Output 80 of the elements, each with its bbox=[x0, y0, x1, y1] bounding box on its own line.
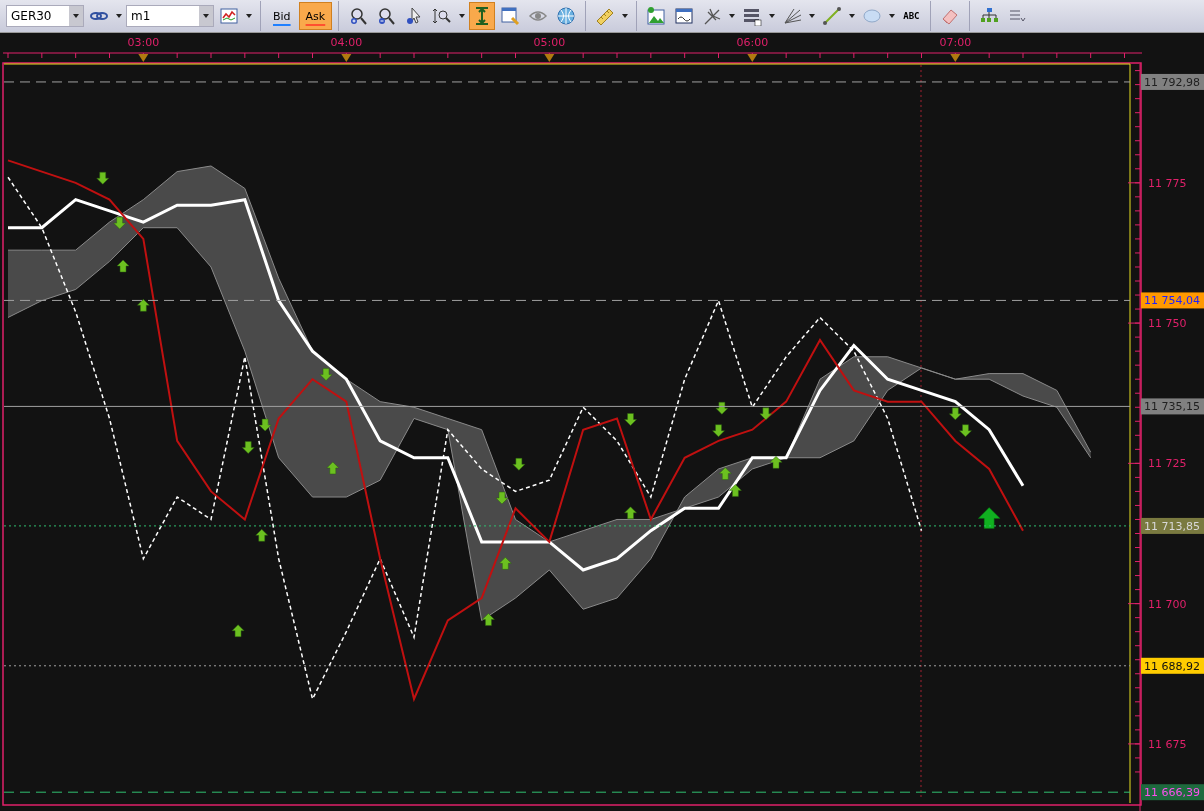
ref-line-label: 11 735,15 bbox=[1144, 400, 1200, 414]
down-arrow-icon bbox=[715, 402, 729, 415]
time-marker-icon bbox=[544, 54, 555, 62]
up-arrow-icon bbox=[977, 507, 1001, 529]
ref-line-label: 11 688,92 bbox=[1144, 659, 1200, 673]
down-arrow-icon bbox=[712, 424, 725, 437]
down-arrow-icon bbox=[319, 368, 333, 381]
image-icon bbox=[646, 6, 667, 26]
up-arrow-icon bbox=[116, 259, 130, 273]
up-arrow-icon bbox=[482, 613, 495, 626]
properties-icon bbox=[500, 6, 521, 26]
down-arrow-icon bbox=[241, 441, 255, 454]
time-marker-icon bbox=[950, 54, 961, 62]
caret-icon[interactable] bbox=[620, 12, 631, 20]
up-arrow-icon bbox=[499, 557, 512, 570]
time-label: 06:00 bbox=[736, 36, 769, 49]
caret-icon[interactable] bbox=[887, 12, 898, 20]
up-arrow-icon bbox=[326, 461, 340, 475]
list-icon bbox=[742, 6, 763, 26]
up-arrow-icon bbox=[729, 484, 742, 497]
down-arrow-icon bbox=[759, 407, 773, 421]
caret-icon[interactable] bbox=[727, 12, 738, 20]
up-arrow-icon bbox=[719, 467, 732, 480]
time-label: 05:00 bbox=[533, 36, 566, 49]
dropdown-arrow-icon bbox=[71, 12, 81, 20]
globe-icon bbox=[556, 6, 577, 26]
bid-button[interactable]: Bid bbox=[267, 2, 297, 30]
ruler-icon bbox=[595, 6, 616, 26]
down-arrow-icon bbox=[512, 458, 526, 471]
fan-icon bbox=[782, 6, 803, 26]
down-arrow-icon bbox=[624, 413, 637, 426]
pitchfork-icon bbox=[702, 6, 723, 26]
price-axis-label: 11 725 bbox=[1148, 457, 1187, 471]
chart-type-icon bbox=[219, 6, 239, 26]
ref-line-label: 11 713,85 bbox=[1144, 519, 1200, 533]
caret-icon[interactable] bbox=[244, 12, 254, 20]
up-arrow-icon bbox=[255, 529, 268, 542]
ref-line-label: 11 792,98 bbox=[1144, 75, 1200, 89]
timeframe-dropdown[interactable]: m1 bbox=[126, 5, 214, 27]
dropdown-arrow-icon bbox=[201, 12, 211, 20]
time-label: 04:00 bbox=[330, 36, 363, 49]
price-axis-label: 11 675 bbox=[1148, 737, 1187, 751]
ref-line-label: 11 666,39 bbox=[1144, 786, 1200, 800]
down-arrow-icon bbox=[495, 491, 509, 505]
window-icon bbox=[674, 6, 695, 26]
zoom-out-icon bbox=[376, 6, 397, 26]
time-label: 07:00 bbox=[939, 36, 972, 49]
text-tool-button[interactable]: ABC bbox=[899, 2, 924, 30]
zoom-in-icon bbox=[348, 6, 369, 26]
down-arrow-icon bbox=[959, 424, 972, 437]
price-axis-label: 11 750 bbox=[1148, 317, 1187, 331]
caret-icon[interactable] bbox=[767, 12, 778, 20]
ellipse-icon bbox=[862, 6, 883, 26]
down-arrow-icon bbox=[949, 407, 962, 421]
price-tag: 11 735,15 bbox=[1141, 398, 1204, 415]
autoscale-button[interactable] bbox=[469, 2, 496, 30]
time-marker-icon bbox=[138, 54, 149, 62]
caret-icon[interactable] bbox=[457, 12, 468, 20]
time-label: 03:00 bbox=[127, 36, 160, 49]
up-arrow-icon bbox=[231, 624, 245, 637]
caret-icon[interactable] bbox=[847, 12, 858, 20]
down-arrow-icon bbox=[258, 418, 272, 432]
up-arrow-icon bbox=[624, 506, 637, 520]
up-arrow-icon bbox=[769, 456, 783, 469]
symbol-dropdown[interactable]: GER30 bbox=[6, 5, 84, 27]
down-arrow-icon bbox=[113, 216, 126, 230]
up-arrow-icon bbox=[137, 299, 150, 312]
line-icon bbox=[822, 6, 843, 26]
zoom-range-icon bbox=[432, 6, 453, 26]
price-axis-label: 11 700 bbox=[1148, 597, 1187, 611]
ref-line-label: 11 754,04 bbox=[1144, 294, 1200, 308]
caret-icon[interactable] bbox=[807, 12, 818, 20]
price-axis-label: 11 775 bbox=[1148, 176, 1187, 190]
ask-button[interactable]: Ask bbox=[298, 2, 333, 30]
time-marker-icon bbox=[747, 54, 758, 62]
caret-icon[interactable] bbox=[114, 12, 124, 20]
time-marker-icon bbox=[341, 54, 352, 62]
price-tag: 11 666,39 bbox=[1141, 784, 1204, 801]
down-arrow-icon bbox=[96, 171, 109, 185]
price-tag: 11 754,04 bbox=[1141, 292, 1204, 309]
